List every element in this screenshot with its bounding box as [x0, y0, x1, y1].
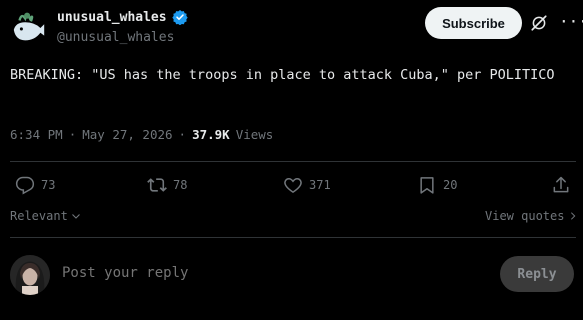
view-quotes-label: View quotes [485, 209, 565, 223]
reply-button[interactable]: Reply [500, 256, 574, 292]
reply-icon [15, 176, 35, 195]
more-icon[interactable]: ··· [559, 13, 583, 31]
sort-dropdown[interactable]: Relevant [10, 209, 82, 223]
user-avatar[interactable] [10, 255, 50, 295]
share-action[interactable] [551, 175, 571, 195]
user-avatar-image [10, 255, 50, 295]
bookmark-icon [420, 177, 434, 194]
chevron-right-icon [571, 212, 576, 220]
sort-label: Relevant [10, 209, 68, 223]
like-icon [284, 177, 302, 193]
views-count: 37.9K [192, 127, 230, 142]
author-avatar[interactable] [10, 9, 48, 47]
bookmark-count: 20 [443, 178, 458, 192]
tweet-meta: 6:34 PM · May 27, 2026 · 37.9K Views [10, 127, 273, 142]
repost-action[interactable]: 78 [147, 175, 187, 195]
divider-top [10, 161, 576, 162]
reply-input[interactable] [60, 264, 444, 282]
reply-action[interactable]: 73 [15, 175, 55, 195]
author-name[interactable]: unusual_whales [57, 10, 167, 25]
views-label: Views [235, 127, 274, 142]
verified-badge-icon [171, 10, 188, 25]
author-name-row[interactable]: unusual_whales [57, 9, 188, 25]
bookmark-action[interactable]: 20 [417, 175, 457, 195]
like-count: 371 [309, 178, 331, 192]
meta-separator: · [178, 127, 187, 142]
divider-bottom [10, 237, 576, 238]
like-action[interactable]: 371 [283, 175, 331, 195]
view-quotes-link[interactable]: View quotes [485, 209, 578, 223]
chevron-down-icon [71, 214, 80, 219]
meta-separator: · [68, 127, 77, 142]
repost-count: 78 [173, 178, 188, 192]
whale-avatar-icon [13, 12, 45, 41]
repost-icon [147, 178, 167, 192]
tweet-time[interactable]: 6:34 PM [10, 127, 63, 142]
reply-count: 73 [41, 178, 56, 192]
tweet-text: BREAKING: "US has the troops in place to… [10, 67, 555, 83]
grok-icon[interactable] [530, 14, 548, 32]
share-icon [553, 176, 569, 193]
subscribe-button[interactable]: Subscribe [425, 7, 522, 39]
author-handle[interactable]: @unusual_whales [57, 30, 174, 45]
tweet-date[interactable]: May 27, 2026 [82, 127, 172, 142]
